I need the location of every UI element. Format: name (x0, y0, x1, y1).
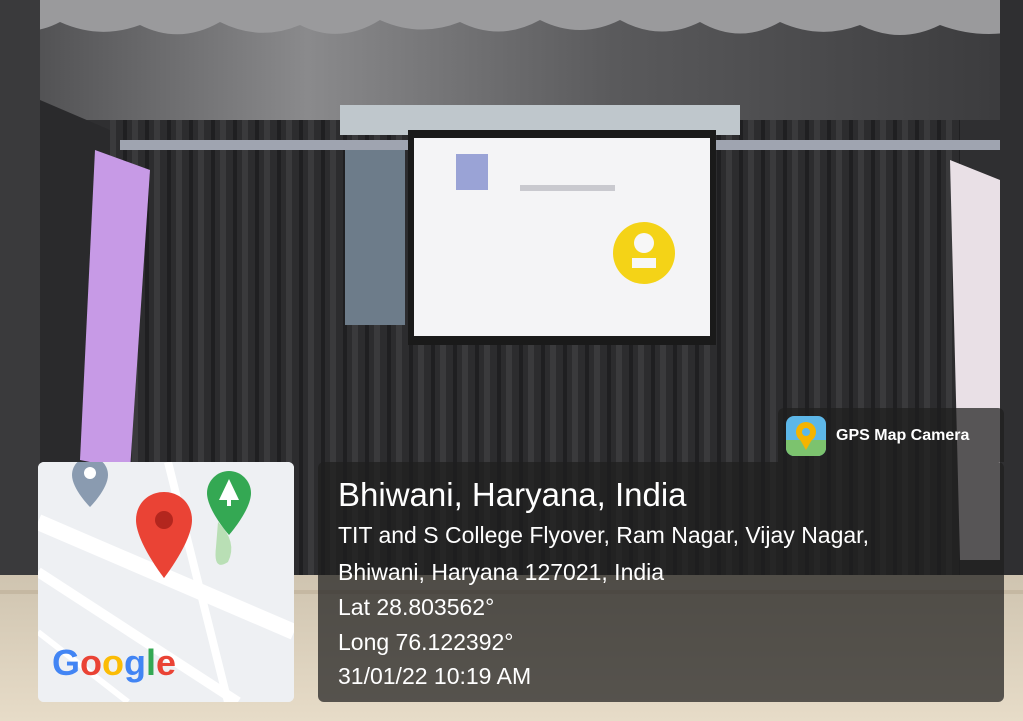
map-thumbnail: Google (38, 462, 294, 702)
location-info-card: Bhiwani, Haryana, India TIT and S Colleg… (318, 462, 1004, 702)
app-badge: GPS Map Camera (778, 408, 1004, 462)
location-title: Bhiwani, Haryana, India (338, 476, 687, 513)
place-pin-icon (72, 462, 108, 507)
address-line-2: Bhiwani, Haryana 127021, India (338, 559, 665, 585)
park-pin-icon (207, 471, 251, 535)
latitude: Lat 28.803562° (338, 594, 495, 620)
app-badge-label: GPS Map Camera (836, 427, 970, 444)
address-line-1: TIT and S College Flyover, Ram Nagar, Vi… (338, 522, 869, 548)
google-logo: Google (52, 642, 177, 683)
gps-map-camera-icon (786, 416, 826, 456)
timestamp: 31/01/22 10:19 AM (338, 663, 532, 689)
longitude: Long 76.122392° (338, 629, 514, 655)
map-marker-icon (136, 492, 192, 578)
geotagged-photo: GPS Map Camera Google Bhiwani, Haryana, … (0, 0, 1023, 721)
